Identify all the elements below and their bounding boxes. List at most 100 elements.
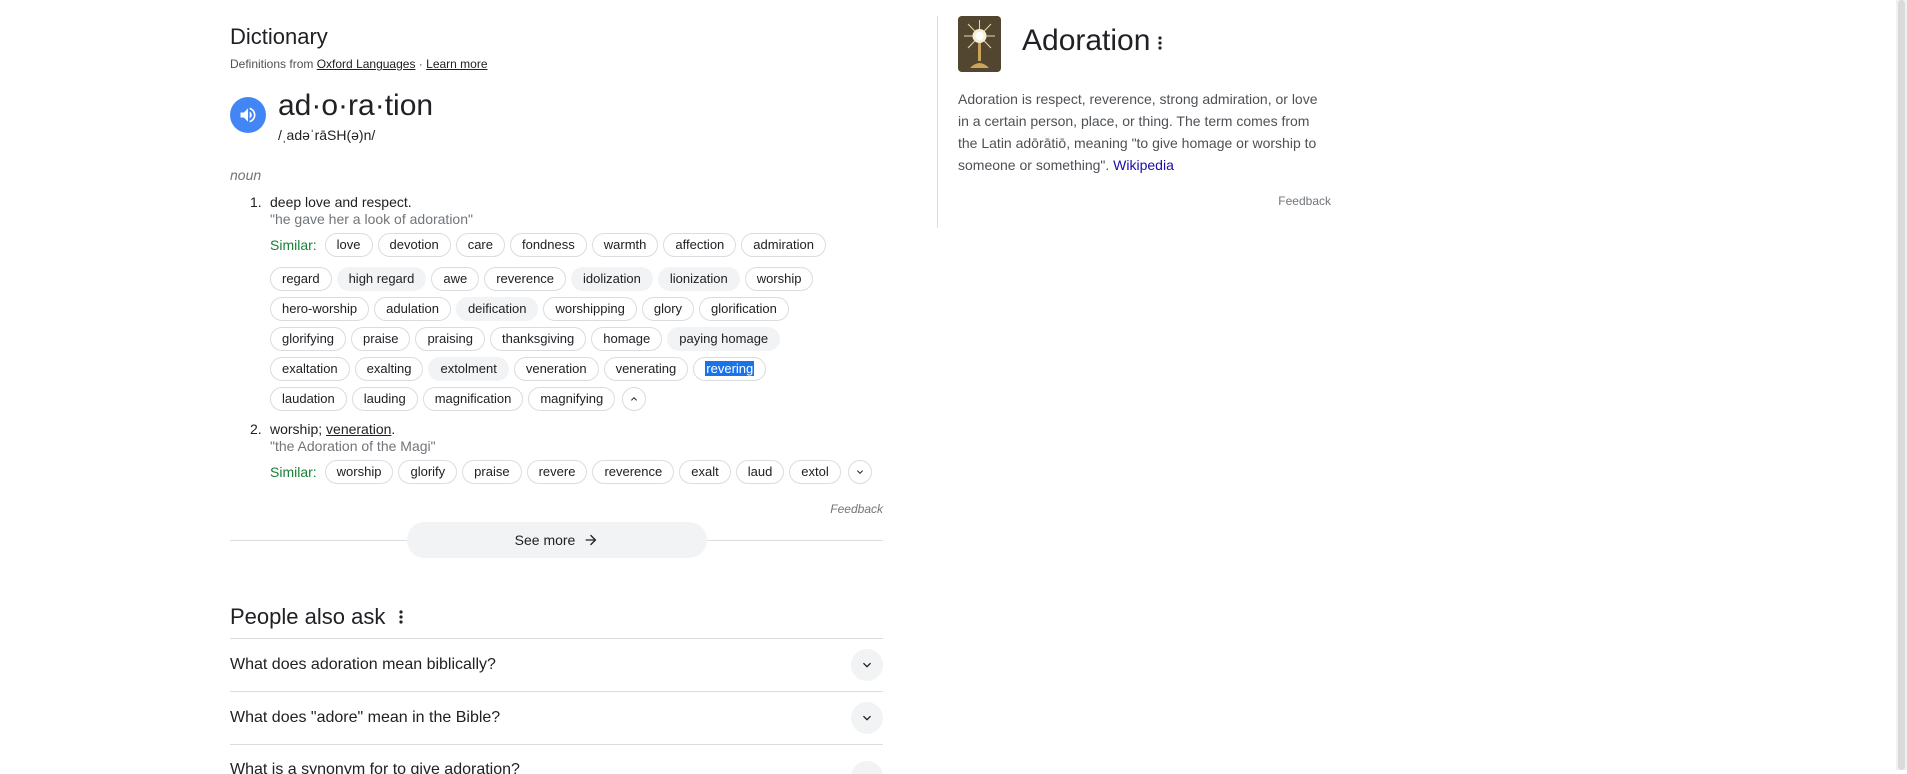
sense-number: 1.	[250, 194, 262, 210]
synonym-chip[interactable]: homage	[591, 327, 663, 351]
synonym-chip[interactable]: worshipping	[543, 297, 637, 321]
synonym-chip[interactable]: praise	[351, 327, 411, 351]
synonym-chip[interactable]: worship	[324, 460, 394, 484]
definitions-source: Definitions from Oxford Languages · Lear…	[230, 57, 883, 71]
similar-label: Similar:	[270, 464, 317, 480]
kp-title-text: Adoration	[1022, 24, 1151, 57]
synonym-chip[interactable]: thanksgiving	[489, 327, 587, 351]
synonym-chip[interactable]: glorification	[699, 297, 789, 321]
definition-prefix: worship;	[270, 421, 327, 437]
synonym-chip[interactable]: admiration	[741, 233, 826, 257]
synonym-chip[interactable]: affection	[663, 233, 737, 257]
synonym-row: glorifying praise praising thanksgiving …	[270, 327, 883, 351]
synonym-chip[interactable]: deification	[455, 297, 539, 321]
synonym-chip[interactable]: care	[455, 233, 505, 257]
headword-row: ad·o·ra·tion /ˌadəˈrāSH(ə)n/	[230, 89, 883, 143]
synonym-chip[interactable]: devotion	[377, 233, 451, 257]
synonym-chip[interactable]: exalt	[679, 460, 731, 484]
synonym-chip[interactable]: fondness	[509, 233, 587, 257]
paa-question[interactable]: What does adoration mean biblically?	[230, 638, 883, 691]
definition: deep love and respect.	[270, 194, 412, 210]
paa-question-text: What does adoration mean biblically?	[230, 656, 496, 673]
expand-question-button[interactable]	[851, 761, 883, 774]
see-more-label: See more	[514, 532, 576, 548]
learn-more-link[interactable]: Learn more	[426, 57, 487, 71]
more-options-button[interactable]	[399, 604, 403, 630]
similar-label: Similar:	[270, 237, 317, 253]
collapse-synonyms-button[interactable]	[622, 387, 647, 411]
monstrance-image-icon	[958, 16, 1001, 72]
expand-question-button[interactable]	[851, 649, 883, 681]
arrow-right-icon	[586, 534, 597, 546]
chevron-down-icon	[863, 715, 871, 721]
synonym-row: laudation lauding magnification magnifyi…	[270, 387, 883, 411]
kp-more-options-button[interactable]	[1158, 24, 1163, 58]
synonym-row: hero-worship adulation deification worsh…	[270, 297, 883, 321]
synonym-chip[interactable]: venerating	[603, 357, 689, 381]
synonym-chip[interactable]: exalting	[354, 357, 424, 381]
part-of-speech: noun	[230, 167, 262, 183]
similar-row: Similar: worship glorify praise revere r…	[270, 460, 883, 484]
synonym-chip[interactable]: magnification	[422, 387, 524, 411]
see-more-button[interactable]: See more	[407, 522, 707, 558]
scrollbar-thumb[interactable]	[1898, 0, 1905, 770]
veneration-link[interactable]: veneration	[326, 421, 391, 437]
sense-1: 1. deep love and respect. "he gave her a…	[250, 194, 883, 411]
adoration-thumbnail[interactable]	[958, 16, 1001, 72]
synonym-chip[interactable]: lauding	[351, 387, 418, 411]
paa-title: People also ask	[230, 604, 386, 629]
synonym-chip[interactable]: glory	[641, 297, 695, 321]
expand-synonyms-button[interactable]	[847, 460, 872, 484]
synonym-chip[interactable]: awe	[431, 267, 480, 291]
synonym-chip-selected[interactable]: revering	[693, 357, 767, 381]
source-separator: ·	[415, 57, 427, 71]
synonym-chip[interactable]: magnifying	[528, 387, 616, 411]
kebab-menu-icon	[1158, 36, 1163, 50]
synonym-chip[interactable]: exaltation	[270, 357, 350, 381]
dictionary-feedback-link[interactable]: Feedback	[830, 502, 883, 516]
kebab-menu-icon	[399, 610, 403, 624]
kp-feedback-link[interactable]: Feedback	[1278, 194, 1331, 208]
sense-number: 2.	[250, 421, 262, 437]
chevron-up-icon	[631, 397, 638, 401]
synonym-chip[interactable]: laudation	[270, 387, 347, 411]
pronounce-button[interactable]	[230, 97, 266, 133]
people-also-ask-heading: People also ask	[230, 604, 403, 630]
synonym-chip[interactable]: praise	[462, 460, 522, 484]
paa-question[interactable]: What does "adore" mean in the Bible?	[230, 691, 883, 744]
chevron-down-icon	[863, 662, 871, 668]
knowledge-panel-title: Adoration	[1022, 24, 1163, 58]
synonym-chip[interactable]: reverence	[592, 460, 675, 484]
synonym-chip[interactable]: lionization	[657, 267, 740, 291]
definition-suffix: .	[391, 421, 396, 437]
oxford-languages-link[interactable]: Oxford Languages	[317, 57, 416, 71]
synonym-chip[interactable]: love	[324, 233, 373, 257]
synonym-chip[interactable]: regard	[270, 267, 332, 291]
dictionary-title: Dictionary	[230, 24, 328, 49]
synonym-chip[interactable]: high regard	[336, 267, 427, 291]
synonym-chip[interactable]: worship	[744, 267, 814, 291]
synonym-chip[interactable]: praising	[415, 327, 485, 351]
expand-question-button[interactable]	[851, 702, 883, 734]
synonym-chip[interactable]: laud	[735, 460, 785, 484]
paa-question-text: What does "adore" mean in the Bible?	[230, 709, 501, 726]
synonym-chip[interactable]: hero-worship	[270, 297, 370, 321]
synonym-chip[interactable]: adulation	[374, 297, 451, 321]
synonym-chip[interactable]: paying homage	[667, 327, 781, 351]
synonym-chip[interactable]: revere	[526, 460, 588, 484]
synonym-chip[interactable]: extol	[789, 460, 841, 484]
phonetic: /ˌadəˈrāSH(ə)n/	[278, 127, 376, 143]
synonym-chip[interactable]: extolment	[428, 357, 509, 381]
synonym-chip[interactable]: glorifying	[270, 327, 347, 351]
wikipedia-link[interactable]: Wikipedia	[1113, 157, 1174, 173]
speaker-icon	[240, 107, 256, 123]
definition: worship; veneration.	[270, 421, 883, 437]
synonym-chip[interactable]: idolization	[571, 267, 653, 291]
synonym-chip[interactable]: reverence	[484, 267, 567, 291]
synonym-chip[interactable]: glorify	[398, 460, 458, 484]
headword: ad·o·ra·tion	[278, 89, 434, 122]
synonym-chip[interactable]: warmth	[591, 233, 659, 257]
synonym-chip[interactable]: veneration	[513, 357, 599, 381]
panel-divider	[937, 16, 938, 228]
page-scrollbar[interactable]	[1896, 0, 1907, 770]
